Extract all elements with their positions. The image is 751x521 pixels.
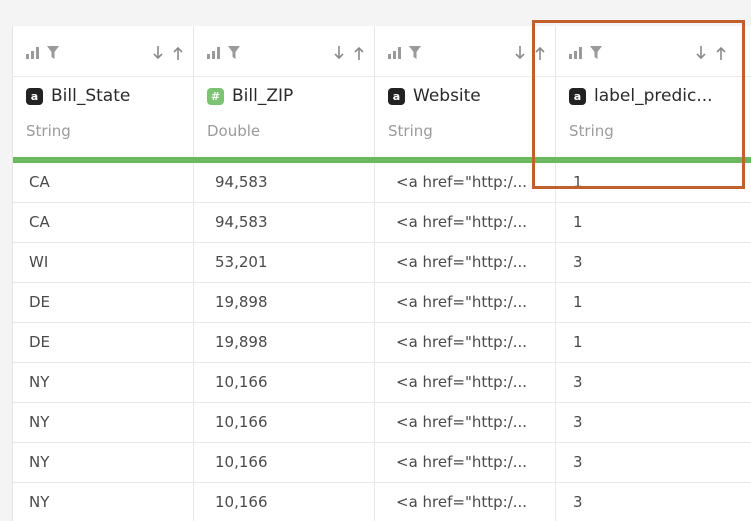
table-row[interactable]: NY 10,166 <a href="http:/... 3 xyxy=(13,363,751,403)
cell-bill-zip[interactable]: 10,166 xyxy=(194,443,375,482)
grid-body: CA 94,583 <a href="http:/... 1 CA 94,583 <a hr… xyxy=(13,163,751,521)
app-frame: a Bill_State String # Bill_ZIP Double a … xyxy=(0,0,751,521)
string-type-icon: a xyxy=(569,87,586,105)
column-type: String xyxy=(569,122,614,140)
column-header-website[interactable]: a Website String xyxy=(375,26,556,158)
bar-chart-icon[interactable] xyxy=(207,47,221,59)
column-title: a label_predic... xyxy=(569,86,713,106)
sort-descending-icon[interactable] xyxy=(334,46,344,60)
cell-bill-zip[interactable]: 19,898 xyxy=(194,323,375,362)
number-type-icon: # xyxy=(207,87,224,105)
filter-icon[interactable] xyxy=(590,46,602,60)
filter-icon[interactable] xyxy=(47,46,59,60)
cell-label-prediction[interactable]: 1 xyxy=(556,163,751,202)
table-row[interactable]: DE 19,898 <a href="http:/... 1 xyxy=(13,323,751,363)
column-title: # Bill_ZIP xyxy=(207,86,293,106)
table-row[interactable]: NY 10,166 <a href="http:/... 3 xyxy=(13,483,751,521)
sort-descending-icon[interactable] xyxy=(696,46,706,60)
column-name: Bill_State xyxy=(51,86,131,106)
cell-bill-zip[interactable]: 53,201 xyxy=(194,243,375,282)
column-header-bill-zip[interactable]: # Bill_ZIP Double xyxy=(194,26,375,158)
cell-website[interactable]: <a href="http:/... xyxy=(375,443,556,482)
column-type: String xyxy=(26,122,71,140)
table-row[interactable]: CA 94,583 <a href="http:/... 1 xyxy=(13,203,751,243)
data-grid: a Bill_State String # Bill_ZIP Double a … xyxy=(12,26,751,521)
cell-label-prediction[interactable]: 3 xyxy=(556,403,751,442)
table-row[interactable]: WI 53,201 <a href="http:/... 3 xyxy=(13,243,751,283)
sort-ascending-icon[interactable] xyxy=(535,46,545,60)
bar-chart-icon[interactable] xyxy=(26,47,40,59)
cell-label-prediction[interactable]: 1 xyxy=(556,283,751,322)
cell-bill-state[interactable]: DE xyxy=(13,323,194,362)
string-type-icon: a xyxy=(26,87,43,105)
cell-website[interactable]: <a href="http:/... xyxy=(375,363,556,402)
grid-header: a Bill_State String # Bill_ZIP Double a … xyxy=(13,26,751,158)
bar-chart-icon[interactable] xyxy=(569,47,583,59)
cell-bill-state[interactable]: NY xyxy=(13,443,194,482)
table-row[interactable]: NY 10,166 <a href="http:/... 3 xyxy=(13,443,751,483)
cell-label-prediction[interactable]: 1 xyxy=(556,203,751,242)
cell-bill-zip[interactable]: 94,583 xyxy=(194,163,375,202)
cell-label-prediction[interactable]: 3 xyxy=(556,443,751,482)
column-header-toolbar xyxy=(26,44,183,62)
column-header-label-prediction[interactable]: a label_predic... String xyxy=(556,26,751,158)
cell-website[interactable]: <a href="http:/... xyxy=(375,323,556,362)
cell-bill-state[interactable]: NY xyxy=(13,403,194,442)
sort-ascending-icon[interactable] xyxy=(716,46,726,60)
cell-website[interactable]: <a href="http:/... xyxy=(375,163,556,202)
cell-bill-state[interactable]: CA xyxy=(13,203,194,242)
sort-ascending-icon[interactable] xyxy=(354,46,364,60)
column-name: Bill_ZIP xyxy=(232,86,294,106)
sort-ascending-icon[interactable] xyxy=(173,46,183,60)
cell-website[interactable]: <a href="http:/... xyxy=(375,483,556,521)
column-title: a Website xyxy=(388,86,481,106)
column-name: label_predic... xyxy=(594,86,713,106)
sort-descending-icon[interactable] xyxy=(153,46,163,60)
bar-chart-icon[interactable] xyxy=(388,47,402,59)
column-header-toolbar xyxy=(569,44,726,62)
cell-bill-state[interactable]: DE xyxy=(13,283,194,322)
cell-website[interactable]: <a href="http:/... xyxy=(375,203,556,242)
cell-bill-zip[interactable]: 10,166 xyxy=(194,403,375,442)
column-header-toolbar xyxy=(388,44,545,62)
column-title: a Bill_State xyxy=(26,86,130,106)
column-name: Website xyxy=(413,86,481,106)
column-type: String xyxy=(388,122,433,140)
cell-website[interactable]: <a href="http:/... xyxy=(375,283,556,322)
cell-bill-state[interactable]: NY xyxy=(13,483,194,521)
cell-bill-zip[interactable]: 10,166 xyxy=(194,483,375,521)
column-type: Double xyxy=(207,122,261,140)
table-row[interactable]: DE 19,898 <a href="http:/... 1 xyxy=(13,283,751,323)
filter-icon[interactable] xyxy=(409,46,421,60)
cell-bill-zip[interactable]: 94,583 xyxy=(194,203,375,242)
cell-label-prediction[interactable]: 1 xyxy=(556,323,751,362)
column-header-bill-state[interactable]: a Bill_State String xyxy=(13,26,194,158)
table-row[interactable]: CA 94,583 <a href="http:/... 1 xyxy=(13,163,751,203)
sort-descending-icon[interactable] xyxy=(515,46,525,60)
cell-bill-state[interactable]: NY xyxy=(13,363,194,402)
cell-website[interactable]: <a href="http:/... xyxy=(375,403,556,442)
cell-bill-state[interactable]: CA xyxy=(13,163,194,202)
cell-label-prediction[interactable]: 3 xyxy=(556,363,751,402)
table-row[interactable]: NY 10,166 <a href="http:/... 3 xyxy=(13,403,751,443)
column-header-toolbar xyxy=(207,44,364,62)
cell-bill-state[interactable]: WI xyxy=(13,243,194,282)
cell-bill-zip[interactable]: 10,166 xyxy=(194,363,375,402)
string-type-icon: a xyxy=(388,87,405,105)
cell-label-prediction[interactable]: 3 xyxy=(556,483,751,521)
cell-website[interactable]: <a href="http:/... xyxy=(375,243,556,282)
filter-icon[interactable] xyxy=(228,46,240,60)
cell-bill-zip[interactable]: 19,898 xyxy=(194,283,375,322)
cell-label-prediction[interactable]: 3 xyxy=(556,243,751,282)
